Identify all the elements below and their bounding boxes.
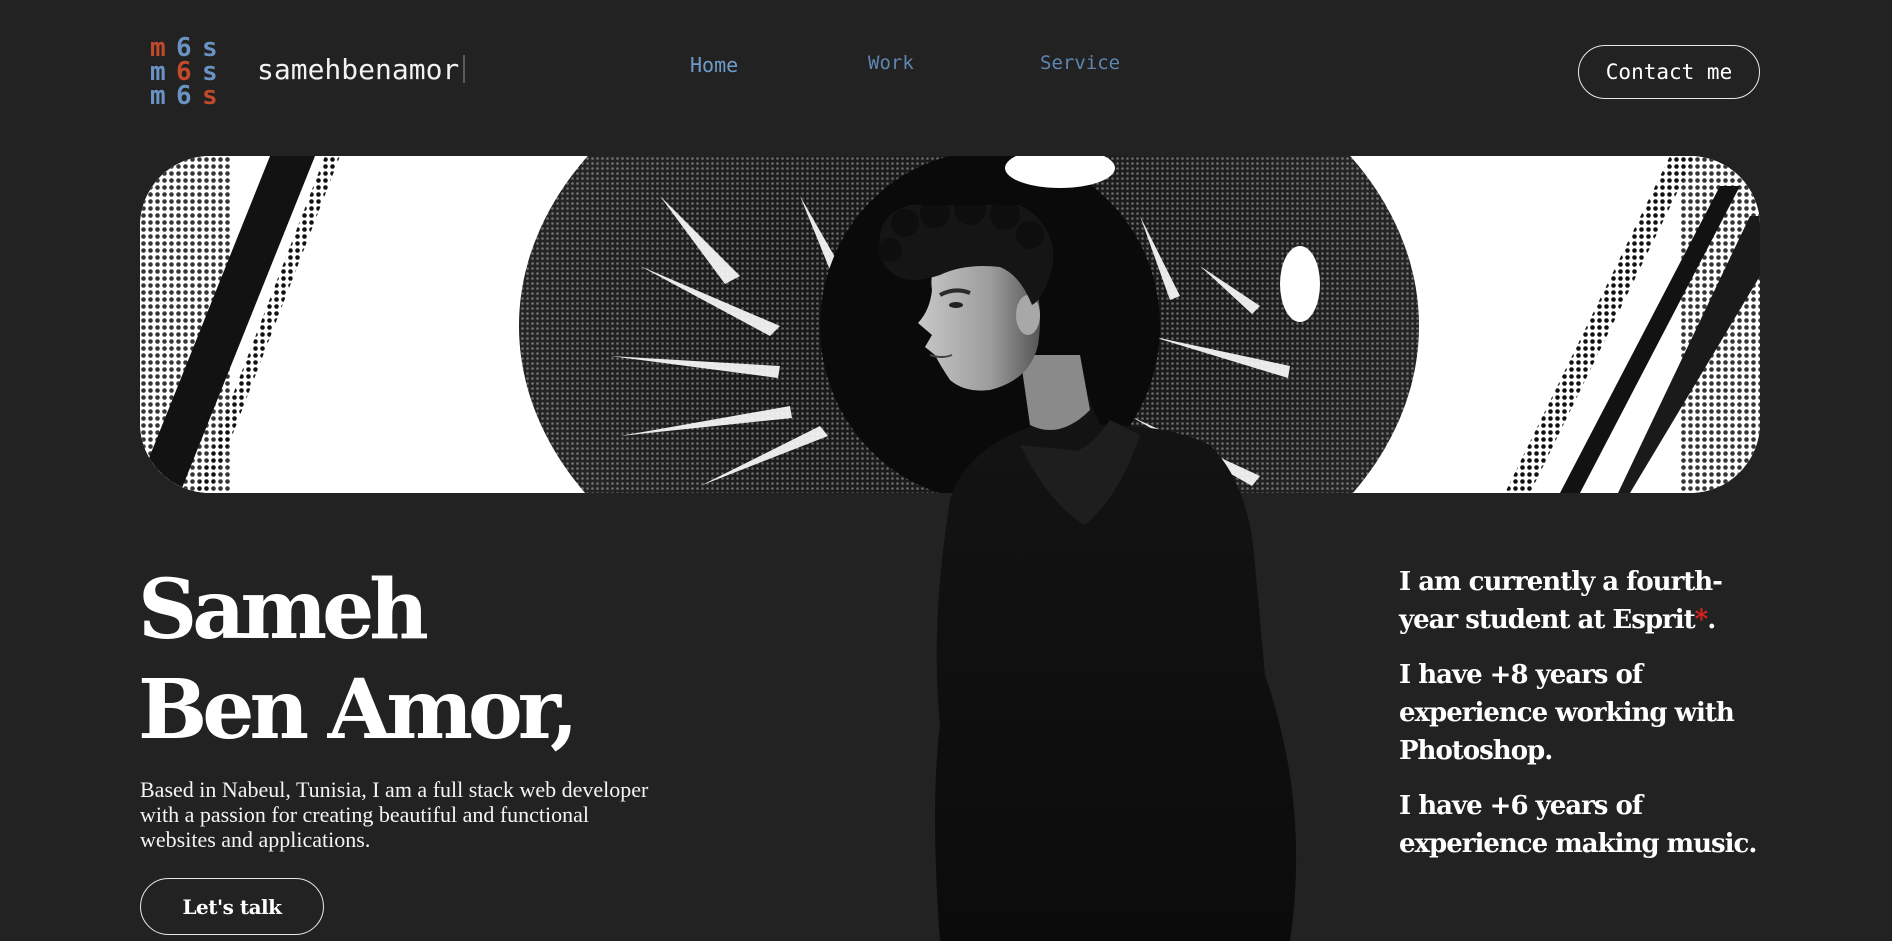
contact-me-button[interactable]: Contact me <box>1578 45 1760 99</box>
fact-student-asterisk: * <box>1694 605 1709 635</box>
mbs-monogram-logo[interactable]: m 6 s m 6 s m 6 s <box>150 36 228 112</box>
nav-home-link[interactable]: Home <box>690 53 738 77</box>
fact-student-period: . <box>1707 605 1716 635</box>
hero-name-line1: Sameh <box>138 562 429 658</box>
fact-student: I am currently a fourth-year student at … <box>1399 563 1759 639</box>
text-cursor <box>463 55 466 83</box>
hero-description: Based in Nabeul, Tunisia, I am a full st… <box>140 777 649 852</box>
person-portrait-photo <box>878 205 1297 941</box>
svg-text:m: m <box>150 81 166 111</box>
fact-student-text: I am currently a fourth-year student at … <box>1399 567 1723 635</box>
portfolio-page: m 6 s m 6 s m 6 s samehbenamor Home Work… <box>0 0 1892 941</box>
brand-name[interactable]: samehbenamor <box>257 53 466 86</box>
hero-name-heading: Sameh Ben Amor, <box>138 560 579 760</box>
nav-service-link[interactable]: Service <box>1040 52 1120 74</box>
nav-work-link[interactable]: Work <box>868 52 914 74</box>
brand-name-text: samehbenamor <box>257 53 460 86</box>
hero-name-line2: Ben Amor, <box>138 662 579 758</box>
svg-text:6: 6 <box>176 81 192 111</box>
svg-text:s: s <box>202 81 218 111</box>
fact-photoshop: I have +8 years of experience working wi… <box>1399 660 1735 766</box>
facts-list: I am currently a fourth-year student at … <box>1399 563 1759 880</box>
lets-talk-button[interactable]: Let's talk <box>140 878 324 935</box>
fact-music: I have +6 years of experience making mus… <box>1399 791 1757 859</box>
